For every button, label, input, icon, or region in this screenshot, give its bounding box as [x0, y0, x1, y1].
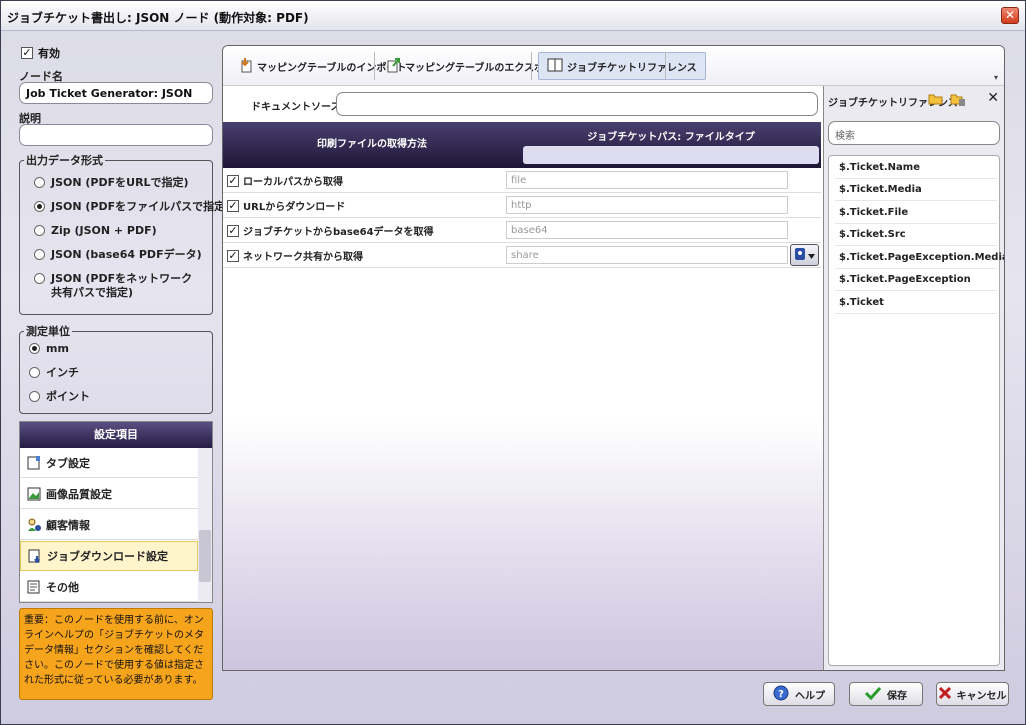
dialog-window: ジョブチケット書出し: JSON ノード (動作対象: PDF) ✕ ✓ 有効 … [0, 0, 1026, 725]
path-field[interactable]: http [506, 196, 788, 214]
reference-search-input[interactable]: 検索 [828, 121, 1000, 145]
toolbar-separator [665, 52, 666, 80]
output-format-option[interactable]: JSON (PDFをファイルパスで指定) [34, 200, 230, 214]
row-label: ジョブチケットからbase64データを取得 [243, 227, 434, 238]
units-option[interactable]: インチ [29, 366, 79, 380]
enabled-label: 有効 [38, 47, 60, 60]
radio-button[interactable] [34, 177, 45, 188]
main-panel: マッピングテーブルのインポート マッピングテーブルのエクスポート ジョブチケット… [222, 45, 1005, 671]
toolbar: マッピングテーブルのインポート マッピングテーブルのエクスポート ジョブチケット… [223, 46, 1004, 86]
radio-button[interactable] [34, 225, 45, 236]
settings-scrollbar[interactable] [198, 448, 212, 602]
list-item[interactable]: $.Ticket.Name [835, 157, 997, 179]
reference-list: $.Ticket.Name $.Ticket.Media $.Ticket.Fi… [828, 155, 1004, 666]
panel-collapse-icon[interactable]: ▾ [994, 73, 998, 82]
list-item[interactable]: $.Ticket.PageException [835, 269, 997, 291]
column-filter-row[interactable] [523, 146, 819, 164]
network-share-icon [794, 247, 806, 264]
download-icon [27, 548, 43, 564]
export-icon [387, 57, 401, 76]
list-item[interactable]: $.Ticket.Media [835, 179, 997, 201]
units-option[interactable]: mm [29, 342, 69, 356]
radio-button[interactable] [29, 391, 40, 402]
row-label: ローカルパスから取得 [243, 177, 343, 188]
row-checkbox[interactable]: ✓ [227, 249, 239, 262]
output-format-option[interactable]: JSON (PDFをURLで指定) [34, 176, 189, 190]
list-item[interactable]: $.Ticket.Src [835, 224, 997, 246]
cancel-button[interactable]: キャンセル [936, 682, 1009, 706]
enabled-checkbox-row[interactable]: ✓ 有効 [21, 45, 60, 61]
output-format-legend: 出力データ形式 [26, 154, 103, 167]
settings-item-job-download[interactable]: ジョブダウンロード設定 [20, 541, 198, 571]
help-icon: ? [773, 685, 789, 704]
output-format-option[interactable]: JSON (base64 PDFデータ) [34, 248, 202, 262]
close-icon[interactable]: ✕ [987, 90, 999, 106]
radio-button[interactable] [34, 201, 45, 212]
output-format-option[interactable]: Zip (JSON + PDF) [34, 224, 157, 238]
column-header-path: ジョブチケットパス: ファイルタイプ [587, 132, 755, 143]
toolbar-separator [374, 52, 375, 80]
scrollbar-thumb[interactable] [199, 530, 211, 582]
radio-button[interactable] [29, 367, 40, 378]
column-header-method: 印刷ファイルの取得方法 [317, 139, 427, 150]
table-row: ✓ ローカルパスから取得 file [223, 168, 821, 193]
job-ticket-reference-button[interactable]: ジョブチケットリファレンス [538, 52, 706, 80]
table-row: ✓ ネットワーク共有から取得 share [223, 243, 821, 268]
important-note: 重要：このノードを使用する前に、オンラインヘルプの「ジョブチケットのメタデータ情… [19, 608, 213, 700]
cross-icon [938, 686, 951, 702]
window-title: ジョブチケット書出し: JSON ノード (動作対象: PDF) [7, 11, 309, 25]
settings-item-other[interactable]: その他 [20, 572, 198, 602]
help-button[interactable]: ? ヘルプ [763, 682, 835, 706]
row-label: URLからダウンロード [243, 202, 346, 213]
row-checkbox[interactable]: ✓ [227, 224, 239, 237]
doc-source-label: ドキュメントソース [251, 102, 341, 113]
settings-item-image-quality[interactable]: 画像品質設定 [20, 479, 198, 509]
title-bar: ジョブチケット書出し: JSON ノード (動作対象: PDF) ✕ [1, 1, 1025, 31]
list-item[interactable]: $.Ticket.PageException.Media [835, 247, 1004, 269]
close-button[interactable]: ✕ [1001, 7, 1019, 24]
checkmark-icon [864, 686, 882, 703]
import-icon [239, 57, 253, 76]
settings-header: 設定項目 [20, 422, 212, 448]
radio-button[interactable] [34, 249, 45, 260]
folder-open-icon[interactable] [928, 92, 944, 109]
grid-header: 印刷ファイルの取得方法 ジョブチケットパス: ファイルタイプ [223, 122, 821, 168]
output-format-option[interactable]: JSON (PDFをネットワーク共有パスで指定) [34, 272, 204, 300]
settings-item-tab[interactable]: タブ設定 [20, 448, 198, 478]
table-row: ✓ ジョブチケットからbase64データを取得 base64 [223, 218, 821, 243]
settings-item-customer[interactable]: 顧客情報 [20, 510, 198, 540]
node-name-field[interactable]: Job Ticket Generator: JSON [19, 82, 213, 104]
network-share-dropdown-button[interactable] [790, 244, 819, 266]
radio-button[interactable] [29, 343, 40, 354]
units-legend: 測定単位 [26, 325, 70, 338]
row-checkbox[interactable]: ✓ [227, 174, 239, 187]
image-icon [26, 486, 42, 502]
row-label: ネットワーク共有から取得 [243, 252, 363, 263]
folder-delete-icon[interactable] [950, 92, 966, 109]
customer-icon [26, 517, 42, 533]
path-field[interactable]: share [506, 246, 788, 264]
enabled-checkbox[interactable]: ✓ [21, 47, 33, 59]
units-option[interactable]: ポイント [29, 390, 90, 404]
list-item[interactable]: $.Ticket.File [835, 202, 997, 224]
chevron-down-icon [808, 249, 815, 262]
reference-panel: ジョブチケットリファレンス ✕ 検索 $.Ticket.Name $.Ticke… [823, 86, 1004, 670]
settings-panel: 設定項目 タブ設定 画像品質設定 顧客情報 ジョブダウンロード設定 その他 [19, 421, 213, 603]
toolbar-separator [531, 52, 532, 80]
book-icon [547, 58, 563, 75]
doc-source-field[interactable] [336, 92, 818, 116]
tab-icon [26, 455, 42, 471]
description-field[interactable] [19, 124, 213, 146]
path-field[interactable]: base64 [506, 221, 788, 239]
row-checkbox[interactable]: ✓ [227, 199, 239, 212]
list-item[interactable]: $.Ticket [835, 292, 997, 314]
table-row: ✓ URLからダウンロード http [223, 193, 821, 218]
other-icon [26, 579, 42, 595]
radio-button[interactable] [34, 273, 45, 284]
svg-text:?: ? [778, 689, 784, 700]
save-button[interactable]: 保存 [849, 682, 923, 706]
path-field[interactable]: file [506, 171, 788, 189]
